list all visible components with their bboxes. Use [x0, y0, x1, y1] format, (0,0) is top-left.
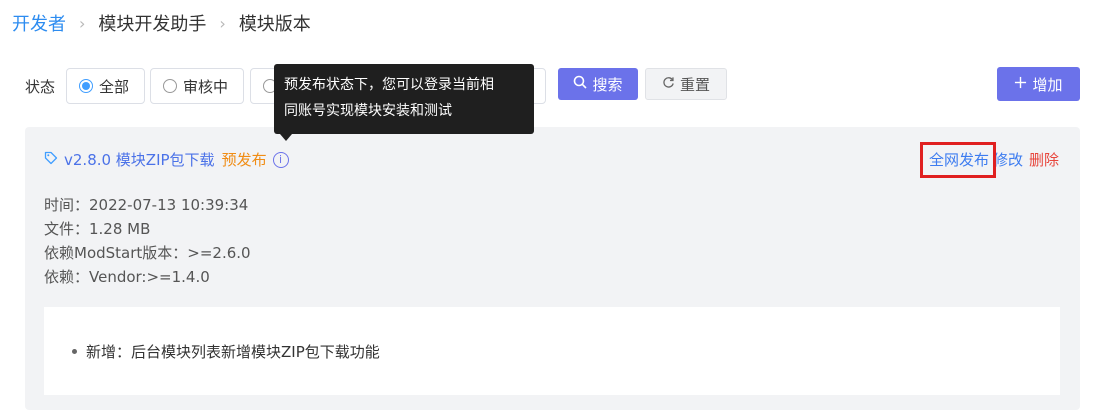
meta-file: 文件：1.28 MB: [44, 220, 151, 238]
meta-modstart-dependency: 依赖ModStart版本：>=2.6.0: [44, 244, 251, 262]
breadcrumb: 开发者 › 模块开发助手 › 模块版本: [12, 10, 311, 36]
radio-label: 审核中: [183, 77, 229, 96]
list-item: 新增：后台模块列表新增模块ZIP包下载功能: [72, 341, 380, 362]
plus-icon: [1014, 76, 1027, 93]
edit-link[interactable]: 修改: [993, 149, 1023, 170]
meta-dependency: 依赖：Vendor:>=1.4.0: [44, 268, 210, 286]
tooltip-arrow: [280, 134, 292, 141]
version-actions: 全网发布 修改 删除: [919, 142, 1059, 178]
release-note-text: 新增：后台模块列表新增模块ZIP包下载功能: [86, 343, 380, 361]
search-button-label: 搜索: [592, 75, 623, 94]
search-button[interactable]: 搜索: [558, 68, 638, 100]
refresh-icon: [662, 76, 675, 93]
release-notes: 新增：后台模块列表新增模块ZIP包下载功能: [44, 307, 1060, 395]
bullet-icon: [72, 349, 77, 354]
version-header: v2.8.0 模块ZIP包下载 预发布 i: [44, 149, 289, 170]
reset-button[interactable]: 重置: [645, 68, 727, 100]
status-radio-reviewing[interactable]: 审核中: [150, 68, 244, 104]
tooltip-line: 同账号实现模块安装和测试: [284, 103, 452, 119]
add-button-label: 增加: [1032, 75, 1063, 94]
breadcrumb-item-module-helper[interactable]: 模块开发助手: [98, 10, 206, 36]
version-status-badge: 预发布: [221, 151, 267, 169]
info-icon[interactable]: i: [272, 151, 289, 168]
breadcrumb-separator: ›: [79, 13, 86, 33]
add-button[interactable]: 增加: [997, 67, 1080, 101]
breadcrumb-separator: ›: [219, 13, 226, 33]
tag-icon: [44, 151, 58, 169]
status-radio-all[interactable]: 全部: [66, 68, 145, 104]
breadcrumb-item-module-version: 模块版本: [238, 14, 311, 35]
version-title: v2.8.0 模块ZIP包下载: [64, 151, 215, 169]
radio-unchecked-icon: [163, 79, 177, 93]
status-filter-label: 状态: [25, 78, 56, 96]
publish-all-link[interactable]: 全网发布: [919, 142, 996, 178]
tooltip-line: 预发布状态下，您可以登录当前相: [284, 77, 494, 93]
reset-button-label: 重置: [679, 75, 710, 94]
delete-link[interactable]: 删除: [1029, 149, 1059, 170]
radio-checked-icon: [79, 79, 93, 93]
breadcrumb-root-link[interactable]: 开发者: [12, 10, 66, 36]
prerelease-tooltip: 预发布状态下，您可以登录当前相 同账号实现模块安装和测试: [274, 64, 534, 134]
version-card: v2.8.0 模块ZIP包下载 预发布 i 全网发布 修改 删除 时间：2022…: [25, 127, 1080, 410]
search-icon: [573, 75, 588, 93]
radio-label: 全部: [99, 77, 130, 96]
meta-time: 时间：2022-07-13 10:39:34: [44, 196, 249, 214]
